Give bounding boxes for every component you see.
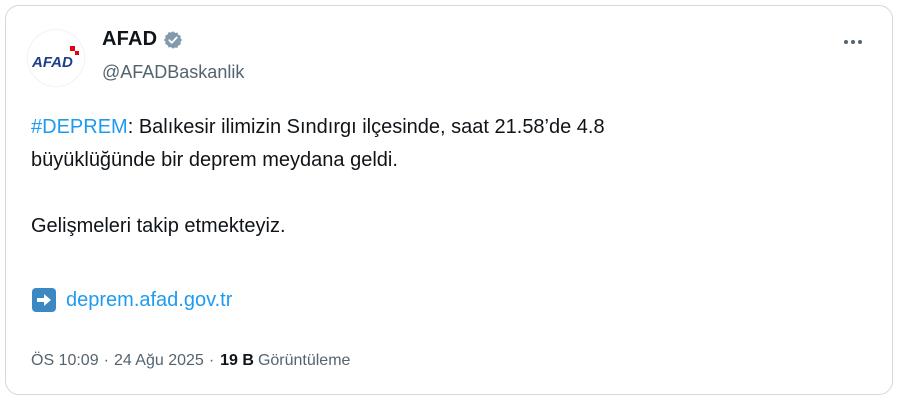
tweet-text-line1: : Balıkesir ilimizin Sındırgı ilçesinde,… xyxy=(127,116,605,138)
tweet-time[interactable]: ÖS 10:09 xyxy=(31,352,99,370)
tweet-line-1: #DEPREM: Balıkesir ilimizin Sındırgı ilç… xyxy=(31,111,871,144)
meta-separator-2: · xyxy=(208,352,215,369)
tweet-text-line2: büyüklüğünde bir deprem meydana geldi. xyxy=(31,149,398,171)
meta-separator: · xyxy=(103,352,109,369)
external-link[interactable]: deprem.afad.gov.tr xyxy=(66,289,232,312)
avatar[interactable]: AFAD xyxy=(27,29,85,87)
right-arrow-emoji-icon xyxy=(32,288,56,312)
verified-badge-icon[interactable] xyxy=(163,30,183,50)
tweet-card[interactable]: AFAD AFAD @AFADBaskanlik #DEPREM: Balıke… xyxy=(5,5,893,395)
author-display-name[interactable]: AFAD xyxy=(102,28,157,51)
views-label: Görüntüleme xyxy=(257,352,351,369)
more-options-icon[interactable] xyxy=(838,32,868,52)
link-row: deprem.afad.gov.tr xyxy=(32,288,232,312)
tweet-meta: ÖS 10:09 · 24 Ağu 2025 · 19 B Görüntülem… xyxy=(31,352,350,370)
avatar-logo-text: AFAD xyxy=(31,54,73,71)
author-handle[interactable]: @AFADBaskanlik xyxy=(102,62,244,83)
tweet-text: #DEPREM: Balıkesir ilimizin Sındırgı ilç… xyxy=(31,111,871,243)
afad-logo-icon: AFAD xyxy=(31,46,79,71)
views-count: 19 B xyxy=(220,352,254,369)
tweet-text-line3: Gelişmeleri takip etmekteyiz. xyxy=(31,215,286,237)
hashtag-link[interactable]: #DEPREM xyxy=(31,116,128,138)
tweet-date[interactable]: 24 Ağu 2025 xyxy=(114,352,204,370)
author-name-row: AFAD xyxy=(102,28,183,51)
